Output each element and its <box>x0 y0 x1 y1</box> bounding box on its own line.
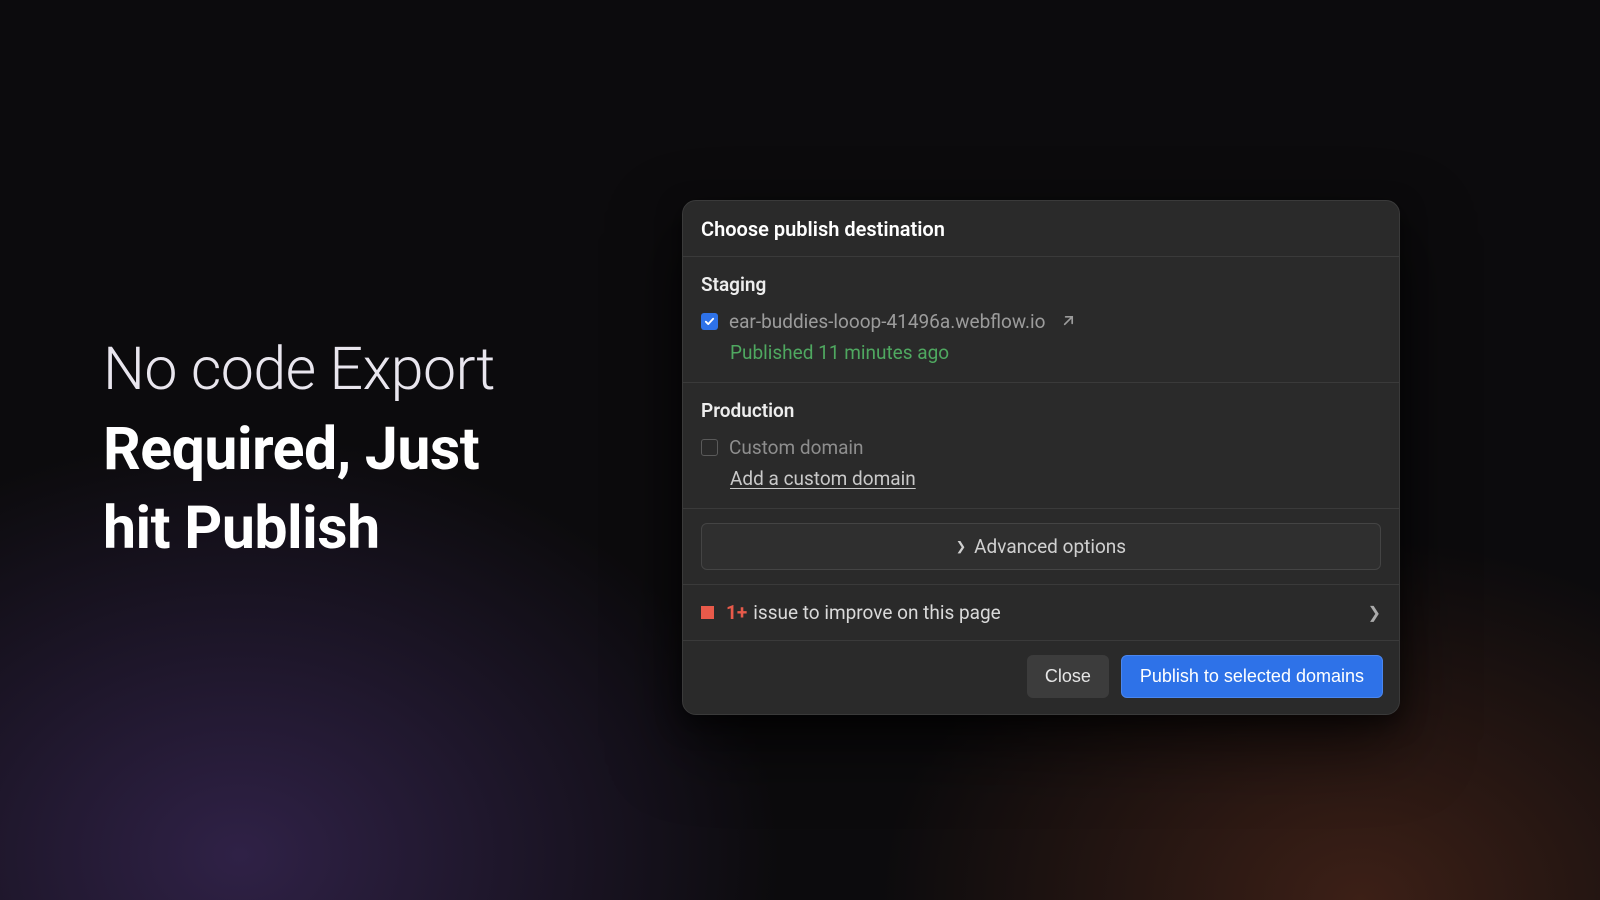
issues-row[interactable]: 1+ issue to improve on this page ❯ <box>683 585 1399 641</box>
check-icon <box>704 316 715 327</box>
production-heading: Production <box>701 399 1381 422</box>
publish-button[interactable]: Publish to selected domains <box>1121 655 1383 698</box>
headline-line-2: Required, Just <box>103 415 479 484</box>
staging-checkbox[interactable] <box>701 313 718 330</box>
production-domain-label: Custom domain <box>729 436 864 459</box>
chevron-right-icon: ❯ <box>1368 603 1381 622</box>
add-custom-domain-link[interactable]: Add a custom domain <box>730 467 1381 490</box>
panel-footer: Close Publish to selected domains <box>683 641 1399 714</box>
issue-text: issue to improve on this page <box>753 601 1367 624</box>
headline-line-1: No code Export <box>103 335 495 404</box>
staging-domain-text: ear-buddies-looop-41496a.webflow.io <box>729 310 1045 333</box>
advanced-options-wrap: ❯ Advanced options <box>683 509 1399 585</box>
panel-title: Choose publish destination <box>683 201 1399 257</box>
chevron-right-icon: ❯ <box>956 537 966 557</box>
production-section: Production Custom domain Add a custom do… <box>683 383 1399 509</box>
production-domain-row[interactable]: Custom domain <box>701 436 1381 459</box>
marketing-headline: No code Export Required, Just hit Publis… <box>103 330 623 569</box>
issue-count: 1+ <box>726 601 747 624</box>
headline-line-3: hit Publish <box>103 494 380 563</box>
staging-section: Staging ear-buddies-looop-41496a.webflow… <box>683 257 1399 383</box>
external-link-icon[interactable] <box>1060 314 1075 329</box>
issue-indicator-icon <box>701 606 714 619</box>
publish-panel: Choose publish destination Staging ear-b… <box>682 200 1400 715</box>
staging-publish-status: Published 11 minutes ago <box>730 341 1381 364</box>
staging-heading: Staging <box>701 273 1381 296</box>
production-checkbox[interactable] <box>701 439 718 456</box>
close-button[interactable]: Close <box>1027 655 1109 698</box>
advanced-options-label: Advanced options <box>974 535 1126 558</box>
advanced-options-button[interactable]: ❯ Advanced options <box>701 523 1381 570</box>
staging-domain-row[interactable]: ear-buddies-looop-41496a.webflow.io <box>701 310 1381 333</box>
